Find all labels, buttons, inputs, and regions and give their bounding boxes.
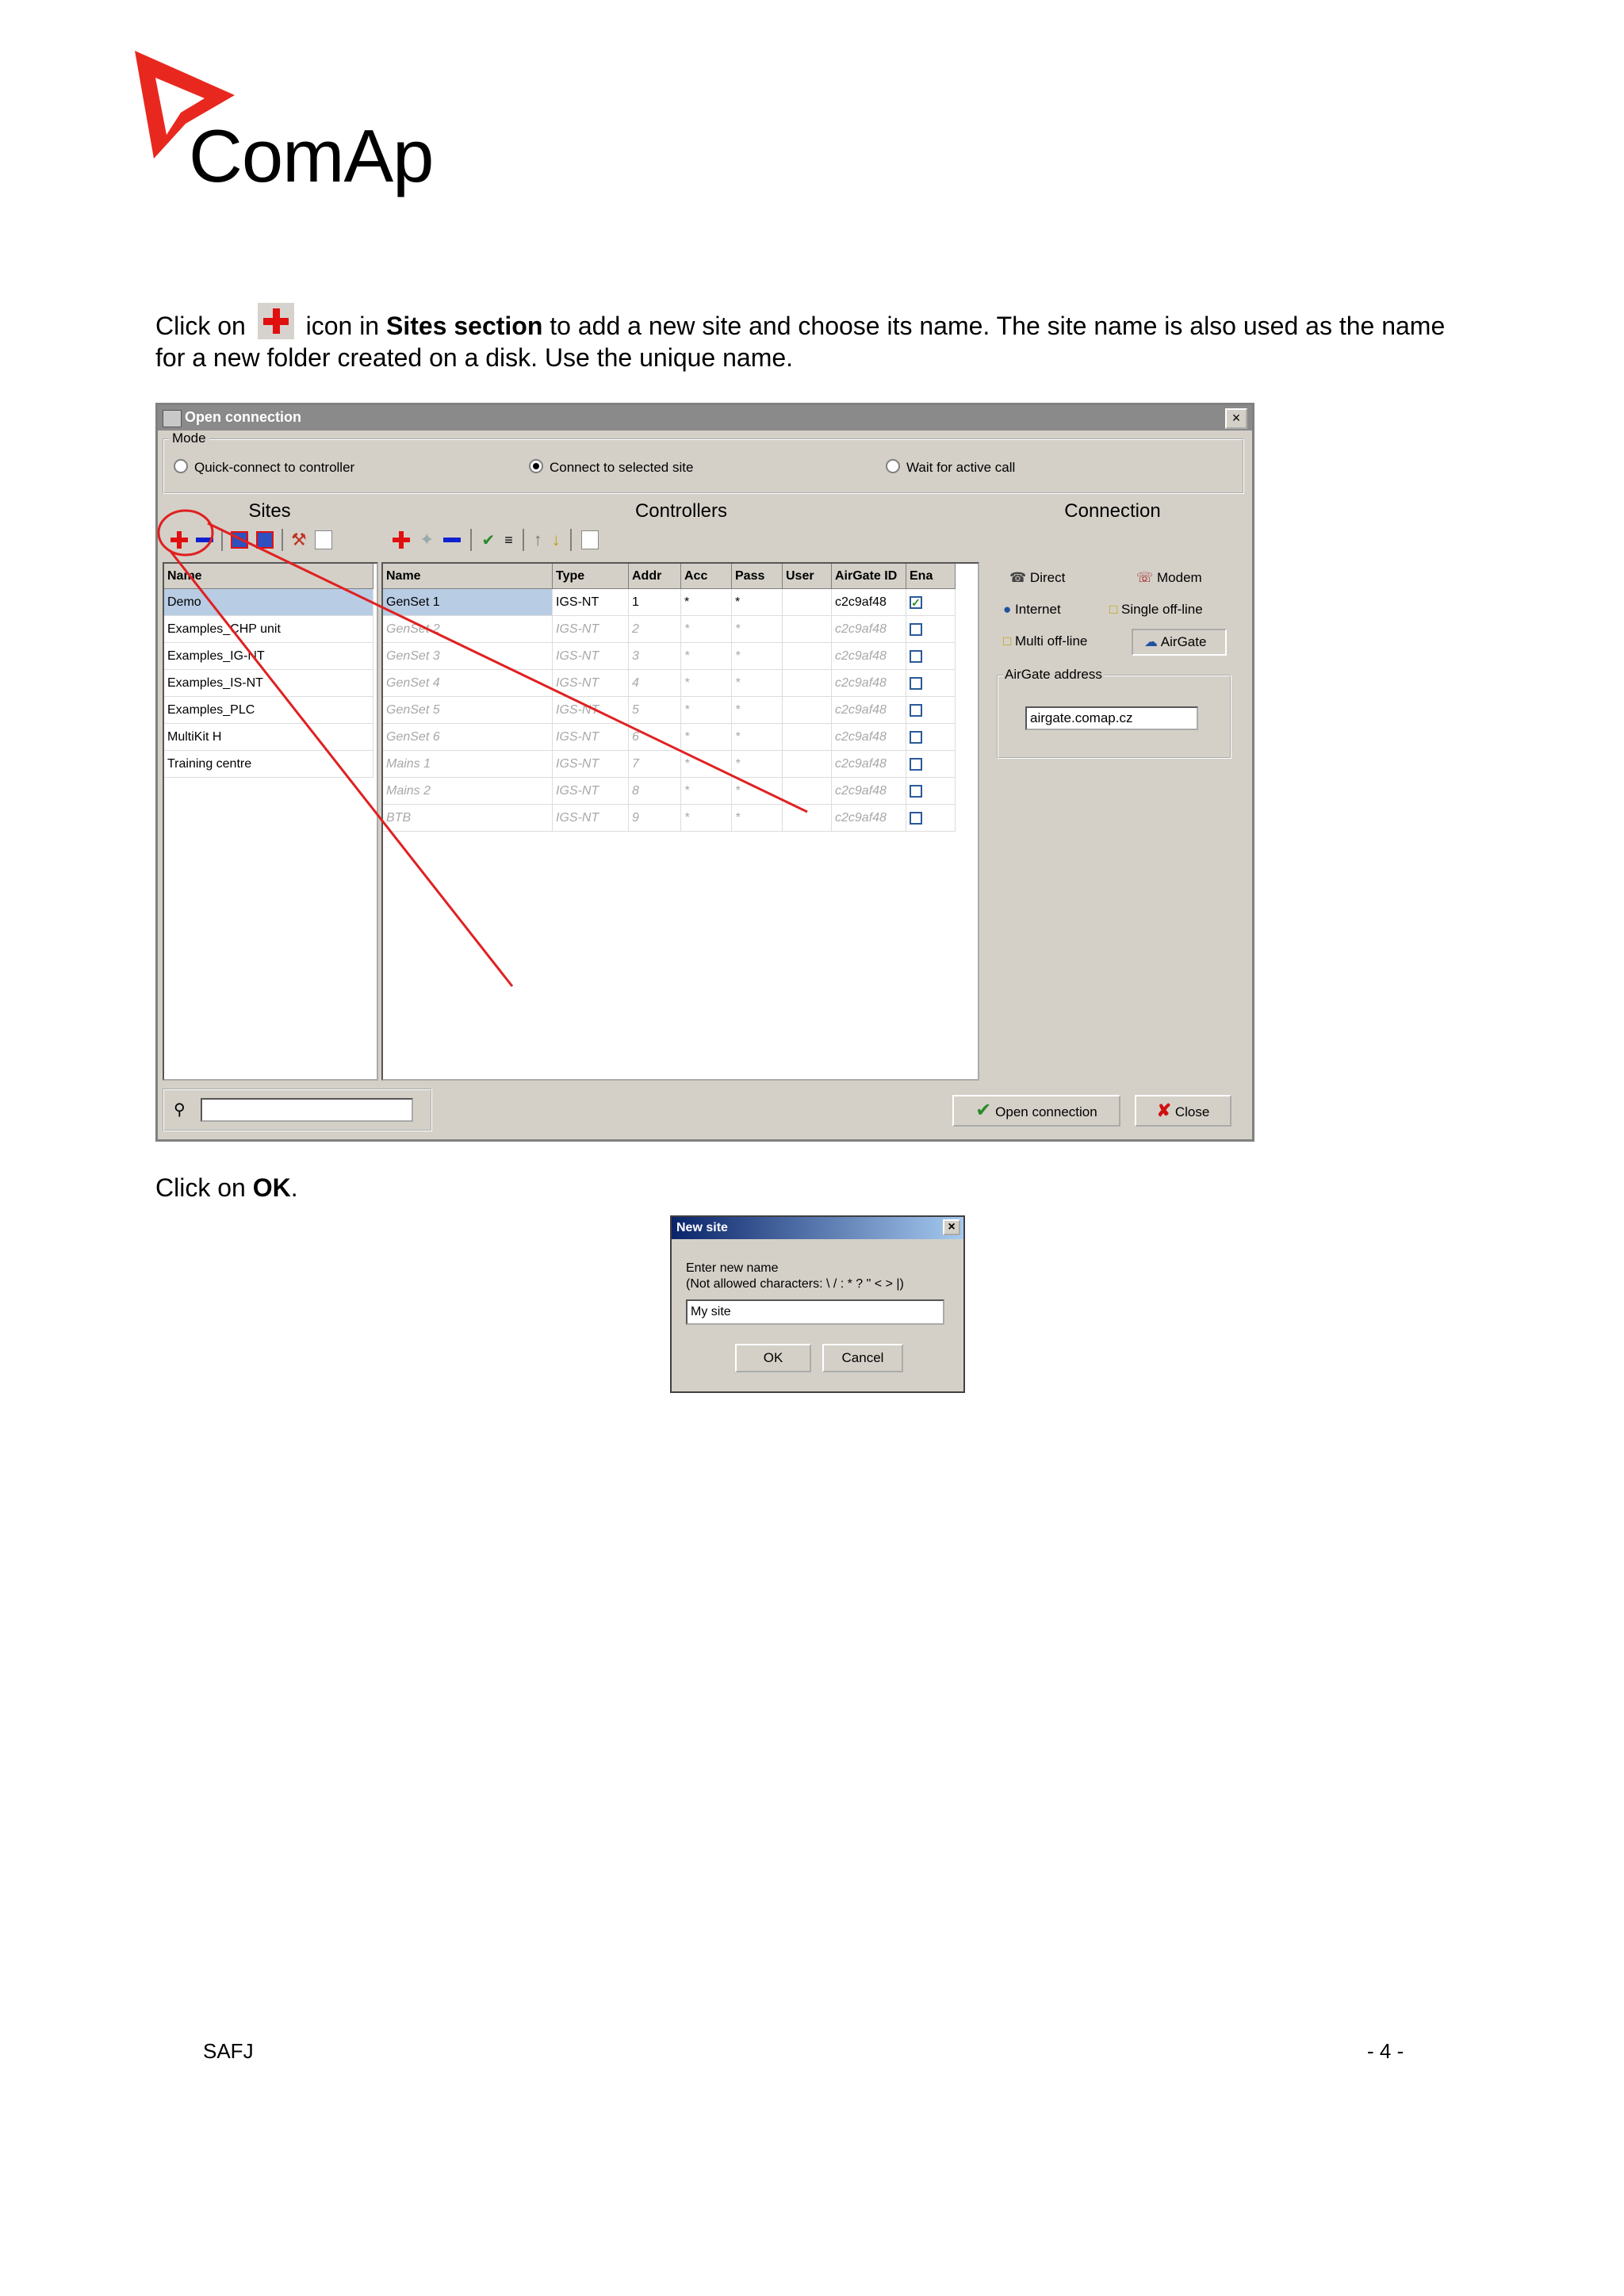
outro-before: Click on xyxy=(155,1173,246,1202)
outro-bold: OK xyxy=(252,1173,291,1202)
annotation-line xyxy=(207,522,808,813)
outro-paragraph: Click on OK. xyxy=(155,1172,1472,1203)
outro-after: . xyxy=(290,1173,298,1202)
annotation-overlay xyxy=(157,509,808,987)
annotation-line xyxy=(168,549,514,987)
footer-left: SAFJ xyxy=(203,2039,254,2063)
annotation-circle xyxy=(157,509,214,557)
page-number: - 4 - xyxy=(1367,2039,1404,2063)
